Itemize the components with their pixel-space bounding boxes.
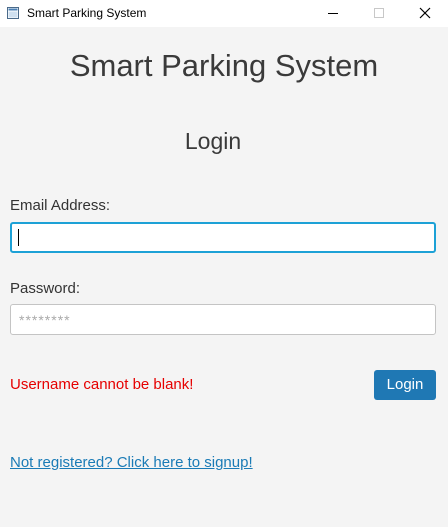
close-icon xyxy=(419,7,431,19)
maximize-button[interactable] xyxy=(356,0,402,27)
password-field[interactable] xyxy=(10,304,436,335)
login-heading: Login xyxy=(184,128,242,154)
text-cursor xyxy=(18,229,19,246)
minimize-button[interactable] xyxy=(310,0,356,27)
minimize-icon xyxy=(328,13,338,14)
app-title: Smart Parking System xyxy=(69,48,379,83)
window-titlebar: Smart Parking System xyxy=(0,0,448,27)
login-button[interactable]: Login xyxy=(374,370,436,400)
error-message: Username cannot be blank! xyxy=(10,376,194,393)
maximize-icon xyxy=(374,8,384,18)
close-button[interactable] xyxy=(402,0,448,27)
email-label: Email Address: xyxy=(10,197,111,214)
app-window-icon xyxy=(7,6,19,19)
password-label: Password: xyxy=(10,280,81,297)
email-field[interactable] xyxy=(10,222,436,253)
signup-link[interactable]: Not registered? Click here to signup! xyxy=(10,454,253,472)
window-title: Smart Parking System xyxy=(27,6,147,20)
